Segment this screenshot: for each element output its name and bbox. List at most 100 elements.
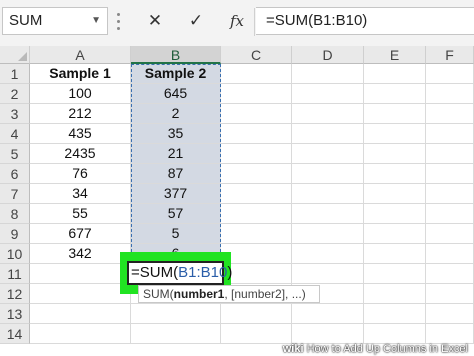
formula-input[interactable]: =SUM(B1:B10) — [256, 7, 474, 35]
cell-d1[interactable] — [292, 64, 364, 84]
cell-f11[interactable] — [426, 264, 474, 284]
cell-f2[interactable] — [426, 84, 474, 104]
cell-b7[interactable]: 377 — [131, 184, 221, 204]
row-header-7[interactable]: 7 — [0, 184, 30, 204]
cell-d9[interactable] — [292, 224, 364, 244]
cell-f6[interactable] — [426, 164, 474, 184]
cell-c8[interactable] — [221, 204, 292, 224]
cell-a12[interactable] — [30, 284, 131, 304]
cell-f12[interactable] — [426, 284, 474, 304]
cancel-button[interactable]: ✕ — [140, 7, 170, 35]
cell-b6[interactable]: 87 — [131, 164, 221, 184]
cell-f8[interactable] — [426, 204, 474, 224]
cell-b4[interactable]: 35 — [131, 124, 221, 144]
cell-b1[interactable]: Sample 2 — [131, 64, 221, 84]
column-header-e[interactable]: E — [364, 46, 426, 64]
cell-c4[interactable] — [221, 124, 292, 144]
cell-b2[interactable]: 645 — [131, 84, 221, 104]
chevron-down-icon[interactable]: ▼ — [91, 8, 101, 34]
row-header-12[interactable]: 12 — [0, 284, 30, 304]
cell-f1[interactable] — [426, 64, 474, 84]
row-header-5[interactable]: 5 — [0, 144, 30, 164]
cell-e1[interactable] — [364, 64, 426, 84]
cell-e4[interactable] — [364, 124, 426, 144]
column-header-b[interactable]: B — [131, 46, 221, 64]
cell-d7[interactable] — [292, 184, 364, 204]
cell-b14[interactable] — [131, 324, 221, 344]
cell-d8[interactable] — [292, 204, 364, 224]
cell-f5[interactable] — [426, 144, 474, 164]
cell-a6[interactable]: 76 — [30, 164, 131, 184]
cell-e2[interactable] — [364, 84, 426, 104]
cell-c2[interactable] — [221, 84, 292, 104]
cell-c1[interactable] — [221, 64, 292, 84]
cell-d13[interactable] — [292, 304, 364, 324]
cell-d3[interactable] — [292, 104, 364, 124]
cell-a14[interactable] — [30, 324, 131, 344]
column-header-d[interactable]: D — [292, 46, 364, 64]
row-header-11[interactable]: 11 — [0, 264, 30, 284]
cell-a4[interactable]: 435 — [30, 124, 131, 144]
cell-b5[interactable]: 21 — [131, 144, 221, 164]
cell-c3[interactable] — [221, 104, 292, 124]
insert-function-button[interactable]: fx — [222, 7, 252, 35]
column-header-f[interactable]: F — [426, 46, 474, 64]
row-header-6[interactable]: 6 — [0, 164, 30, 184]
cell-d5[interactable] — [292, 144, 364, 164]
cell-d14[interactable] — [292, 324, 364, 344]
cell-a3[interactable]: 212 — [30, 104, 131, 124]
select-all-button[interactable] — [0, 46, 30, 64]
cell-d6[interactable] — [292, 164, 364, 184]
cell-b8[interactable]: 57 — [131, 204, 221, 224]
row-header-10[interactable]: 10 — [0, 244, 30, 264]
cell-a2[interactable]: 100 — [30, 84, 131, 104]
cell-a8[interactable]: 55 — [30, 204, 131, 224]
cell-c14[interactable] — [221, 324, 292, 344]
cell-d4[interactable] — [292, 124, 364, 144]
active-cell-editor[interactable]: =SUM(B1:B10) — [127, 261, 232, 285]
cell-c9[interactable] — [221, 224, 292, 244]
cell-c7[interactable] — [221, 184, 292, 204]
cell-a9[interactable]: 677 — [30, 224, 131, 244]
cell-d2[interactable] — [292, 84, 364, 104]
cell-e3[interactable] — [364, 104, 426, 124]
cell-a1[interactable]: Sample 1 — [30, 64, 131, 84]
cell-e10[interactable] — [364, 244, 426, 264]
name-box[interactable]: SUM ▼ — [2, 7, 108, 35]
cell-e11[interactable] — [364, 264, 426, 284]
cell-e8[interactable] — [364, 204, 426, 224]
cell-c10[interactable] — [221, 244, 292, 264]
cell-e14[interactable] — [364, 324, 426, 344]
cell-d11[interactable] — [292, 264, 364, 284]
row-header-13[interactable]: 13 — [0, 304, 30, 324]
row-header-3[interactable]: 3 — [0, 104, 30, 124]
enter-button[interactable]: ✓ — [181, 7, 211, 35]
cell-a7[interactable]: 34 — [30, 184, 131, 204]
cell-a5[interactable]: 2435 — [30, 144, 131, 164]
cell-b9[interactable]: 5 — [131, 224, 221, 244]
cell-e7[interactable] — [364, 184, 426, 204]
cell-f10[interactable] — [426, 244, 474, 264]
row-header-2[interactable]: 2 — [0, 84, 30, 104]
row-header-8[interactable]: 8 — [0, 204, 30, 224]
cell-a10[interactable]: 342 — [30, 244, 131, 264]
cell-f13[interactable] — [426, 304, 474, 324]
cell-a11[interactable] — [30, 264, 131, 284]
more-options-icon[interactable] — [117, 13, 121, 31]
cell-e9[interactable] — [364, 224, 426, 244]
cell-b3[interactable]: 2 — [131, 104, 221, 124]
cell-c13[interactable] — [221, 304, 292, 324]
cell-f3[interactable] — [426, 104, 474, 124]
cell-c6[interactable] — [221, 164, 292, 184]
cell-e6[interactable] — [364, 164, 426, 184]
cell-d10[interactable] — [292, 244, 364, 264]
cell-a13[interactable] — [30, 304, 131, 324]
row-header-1[interactable]: 1 — [0, 64, 30, 84]
cell-e5[interactable] — [364, 144, 426, 164]
row-header-9[interactable]: 9 — [0, 224, 30, 244]
cell-f4[interactable] — [426, 124, 474, 144]
row-header-14[interactable]: 14 — [0, 324, 30, 344]
row-header-4[interactable]: 4 — [0, 124, 30, 144]
cell-e13[interactable] — [364, 304, 426, 324]
cell-f14[interactable] — [426, 324, 474, 344]
